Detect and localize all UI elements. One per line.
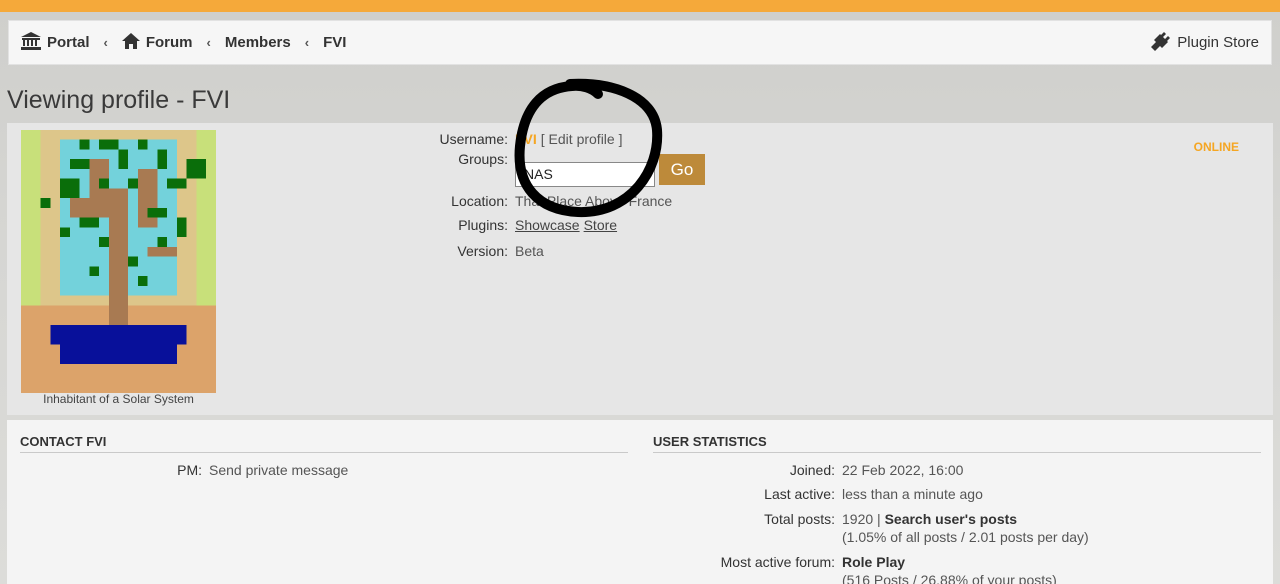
profile-panel: Inhabitant of a Solar System Username: F…	[7, 123, 1273, 415]
status-badge: ONLINE	[1193, 140, 1239, 154]
total-posts-separator: |	[873, 511, 885, 527]
plugin-store-profile-link[interactable]: Store	[584, 217, 617, 233]
page-title: Viewing profile - FVI	[7, 86, 231, 114]
breadcrumb-members[interactable]: Members	[225, 34, 291, 51]
groups-select[interactable]: NAS	[515, 162, 655, 187]
version-value: Beta	[515, 243, 544, 259]
breadcrumb-fvi[interactable]: FVI	[323, 34, 346, 51]
edit-profile-link[interactable]: [ Edit profile ]	[541, 131, 623, 147]
plugins-label: Plugins:	[458, 217, 508, 233]
plug-icon	[1151, 31, 1171, 55]
plugin-store-label: Plugin Store	[1177, 34, 1259, 51]
plugin-showcase-link[interactable]: Showcase	[515, 217, 580, 233]
home-icon	[121, 32, 140, 53]
avatar	[21, 130, 216, 393]
profile-details: Username: FVI [ Edit profile ] Groups: N…	[407, 130, 705, 263]
breadcrumb-separator: ‹	[206, 35, 211, 50]
top-accent-stripe	[0, 0, 1280, 12]
groups-label: Groups:	[458, 151, 508, 167]
most-active-label: Most active forum:	[720, 554, 835, 570]
username-row: Username: FVI [ Edit profile ]	[407, 130, 705, 148]
groups-row: Groups: NAS Go	[407, 148, 705, 189]
version-label: Version:	[457, 243, 508, 259]
bank-icon	[21, 31, 41, 54]
breadcrumb-separator: ‹	[304, 35, 310, 50]
last-active-value: less than a minute ago	[842, 486, 983, 502]
breadcrumb: Portal ‹ Forum ‹ Members ‹ FVI	[21, 31, 346, 54]
location-label: Location:	[451, 193, 508, 209]
search-posts-link[interactable]: Search user's posts	[885, 511, 1018, 527]
info-panel: CONTACT FVI PM: Send private message USE…	[7, 420, 1273, 584]
send-pm-link[interactable]: Send private message	[209, 462, 348, 478]
navbar: Portal ‹ Forum ‹ Members ‹ FVI Plugin St…	[8, 20, 1272, 65]
stats-divider	[653, 452, 1261, 453]
total-posts-value: 1920	[842, 511, 874, 527]
total-posts-label: Total posts:	[764, 511, 835, 527]
breadcrumb-separator: ‹	[103, 35, 108, 50]
breadcrumb-portal[interactable]: Portal	[47, 34, 90, 51]
pm-label: PM:	[177, 462, 202, 478]
posts-detail: (1.05% of all posts / 2.01 posts per day…	[842, 529, 1089, 545]
avatar-caption: Inhabitant of a Solar System	[43, 392, 194, 406]
username-label: Username:	[439, 131, 508, 147]
contact-heading: CONTACT FVI	[20, 434, 107, 449]
most-active-detail: (516 Posts / 26.88% of your posts)	[842, 572, 1057, 584]
version-row: Version: Beta	[407, 239, 705, 263]
stats-heading: USER STATISTICS	[653, 434, 767, 449]
joined-label: Joined:	[789, 462, 835, 478]
plugins-row: Plugins: Showcase Store	[407, 213, 705, 237]
plugin-store-link[interactable]: Plugin Store	[1151, 31, 1259, 55]
most-active-forum-link[interactable]: Role Play	[842, 554, 905, 570]
breadcrumb-forum[interactable]: Forum	[146, 34, 193, 51]
go-button[interactable]: Go	[659, 154, 705, 185]
joined-value: 22 Feb 2022, 16:00	[842, 462, 964, 478]
contact-divider	[20, 452, 628, 453]
username-value: FVI	[515, 131, 537, 147]
total-posts-line: 1920 | Search user's posts	[842, 511, 1017, 527]
location-row: Location: That Place Above France	[407, 189, 705, 213]
location-value: That Place Above France	[515, 193, 673, 209]
last-active-label: Last active:	[764, 486, 835, 502]
